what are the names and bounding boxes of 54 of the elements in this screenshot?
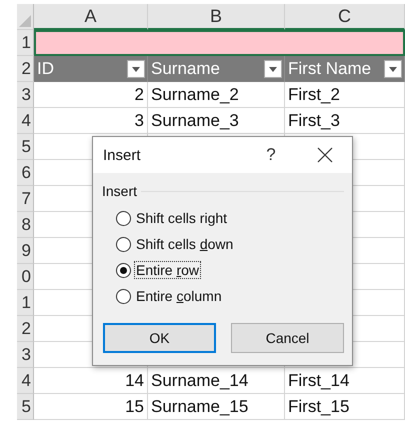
row-header[interactable]: 8 xyxy=(17,212,34,238)
column-header[interactable]: B xyxy=(148,4,285,30)
ok-button[interactable]: OK xyxy=(103,323,216,353)
help-button[interactable]: ? xyxy=(256,145,286,165)
row-header[interactable]: 2 xyxy=(17,316,34,342)
table-cell: First_2 xyxy=(285,82,405,108)
caret-icon xyxy=(269,66,277,72)
table-cell: 14 xyxy=(34,368,148,394)
row-header[interactable]: 3 xyxy=(17,342,34,368)
row-header[interactable]: 4 xyxy=(17,108,34,134)
row-header[interactable]: 5 xyxy=(17,134,34,160)
row-header[interactable]: 4 xyxy=(17,368,34,394)
column-title: ID xyxy=(37,59,54,79)
row-header[interactable]: 6 xyxy=(17,160,34,186)
radio-button[interactable] xyxy=(116,236,131,252)
table-cell: Surname_2 xyxy=(148,82,285,108)
column-header[interactable]: A xyxy=(34,4,148,30)
option-label[interactable]: Entire column xyxy=(134,287,224,305)
table-cell: 15 xyxy=(34,394,148,420)
filter-dropdown-button[interactable] xyxy=(264,60,282,78)
radio-button[interactable] xyxy=(116,210,131,226)
row-header[interactable]: 1 xyxy=(17,290,34,316)
caret-icon xyxy=(389,66,397,72)
row-header[interactable]: 5 xyxy=(17,394,34,420)
table-cell: Surname_15 xyxy=(148,394,285,420)
triangle-icon xyxy=(19,15,31,27)
table-cell: First_3 xyxy=(285,108,405,134)
row-header[interactable]: 1 xyxy=(17,30,34,56)
column-title: Surname xyxy=(151,59,220,79)
caret-icon xyxy=(132,66,140,72)
column-header[interactable]: C xyxy=(285,4,405,30)
table-cell: First_14 xyxy=(285,368,405,394)
row-header[interactable]: 3 xyxy=(17,82,34,108)
row-header[interactable]: 0 xyxy=(17,264,34,290)
table-cell: First_15 xyxy=(285,394,405,420)
table-cell: Surname_3 xyxy=(148,108,285,134)
filter-dropdown-button[interactable] xyxy=(384,60,402,78)
row-header[interactable]: 7 xyxy=(17,186,34,212)
option-label[interactable]: Shift cells down xyxy=(134,235,236,253)
column-title: First Name xyxy=(288,59,372,79)
radio-button[interactable] xyxy=(116,288,131,304)
table-cell: 3 xyxy=(34,108,148,134)
dialog-title: Insert xyxy=(103,146,142,164)
table-cell: Surname_14 xyxy=(148,368,285,394)
option-label[interactable]: Entire row xyxy=(134,261,202,279)
row-header[interactable]: 9 xyxy=(17,238,34,264)
group-label: Insert xyxy=(102,183,138,199)
cancel-button[interactable]: Cancel xyxy=(231,323,344,353)
close-icon xyxy=(317,147,333,163)
table-cell: 2 xyxy=(34,82,148,108)
filter-dropdown-button[interactable] xyxy=(127,60,145,78)
option-label[interactable]: Shift cells right xyxy=(134,209,230,227)
row-header[interactable]: 2 xyxy=(17,56,34,82)
radio-button[interactable] xyxy=(116,262,131,278)
